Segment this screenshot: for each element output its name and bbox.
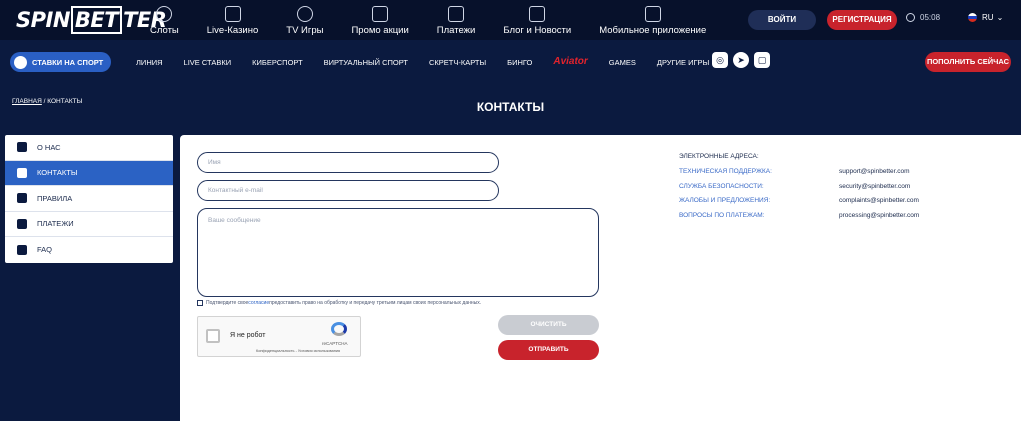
language-selector[interactable]: RU ⌄ (968, 13, 1003, 22)
clock: 05:08 (906, 13, 940, 22)
wallet-icon (448, 6, 465, 22)
chat-bubble-icon[interactable]: ▢ (754, 52, 770, 68)
russia-flag-icon (968, 13, 977, 22)
nav-item-tv-games[interactable]: TV Игры (272, 0, 337, 36)
contact-row: ВОПРОСЫ ПО ПЛАТЕЖАМ: processing@spinbette… (679, 211, 920, 219)
recaptcha-label: Я не робот (230, 332, 266, 339)
sidebar: О НАС КОНТАКТЫ ПРАВИЛА ПЛАТЕЖИ FAQ (5, 135, 173, 263)
sidebar-item-contacts[interactable]: КОНТАКТЫ (5, 160, 173, 186)
sub-nav: СТАВКИ НА СПОРТ ЛИНИЯ LIVE СТАВКИ КИБЕРС… (0, 44, 1021, 82)
subnav-item-virtual[interactable]: ВИРТУАЛЬНЫЙ СПОРТ (324, 58, 408, 67)
subnav-list: ЛИНИЯ LIVE СТАВКИ КИБЕРСПОРТ ВИРТУАЛЬНЫЙ… (136, 56, 730, 67)
chevron-down-icon: ⌄ (996, 13, 1004, 22)
email-addresses-header: ЭЛЕКТРОННЫЕ АДРЕСА: (679, 153, 759, 160)
telegram-icon[interactable]: ➤ (733, 52, 749, 68)
email-field[interactable]: Контактный e-mail (197, 180, 499, 201)
nav-item-blog[interactable]: Блог и Новости (489, 0, 585, 36)
send-button[interactable]: ОТПРАВИТЬ (498, 340, 599, 360)
deposit-button[interactable]: ПОПОЛНИТЬ СЕЙЧАС (925, 52, 1011, 72)
ball-icon (14, 55, 27, 69)
news-icon (529, 6, 546, 22)
main-nav: Слоты Live-Казино TV Игры Промо акции Пл… (136, 0, 720, 40)
contact-row: СЛУЖБА БЕЗОПАСНОСТИ: security@spinbetter.… (679, 182, 911, 190)
sidebar-item-rules[interactable]: ПРАВИЛА (5, 186, 173, 212)
contact-row: ЖАЛОБЫ И ПРЕДЛОЖЕНИЯ: complaints@spinbett… (679, 197, 919, 204)
subnav-item-other-games[interactable]: ДРУГИЕ ИГРЫ (657, 58, 709, 67)
subnav-item-games[interactable]: GAMES (609, 58, 636, 67)
subnav-item-line[interactable]: ЛИНИЯ (136, 58, 163, 67)
card-icon (17, 218, 27, 229)
contact-panel: Имя Контактный e-mail Ваше сообщение Под… (180, 135, 1021, 421)
subnav-item-bingo[interactable]: БИНГО (507, 58, 532, 67)
sports-betting-button[interactable]: СТАВКИ НА СПОРТ (10, 52, 111, 72)
mobile-icon (644, 6, 661, 22)
consent-row: Подтвердите свое согласие предоставить п… (197, 300, 481, 306)
name-field[interactable]: Имя (197, 152, 499, 173)
gift-icon (372, 6, 389, 22)
nav-item-slots[interactable]: Слоты (136, 0, 193, 36)
subnav-item-live[interactable]: LIVE СТАВКИ (184, 58, 232, 67)
gamepad-icon (296, 6, 313, 22)
clear-button[interactable]: ОЧИСТИТЬ (498, 315, 599, 335)
document-icon (17, 193, 27, 204)
register-button[interactable]: РЕГИСТРАЦИЯ (827, 10, 897, 30)
clock-icon (906, 13, 915, 22)
sidebar-item-about[interactable]: О НАС (5, 135, 173, 161)
phone-icon (17, 167, 27, 178)
email-addresses: ЭЛЕКТРОННЫЕ АДРЕСА: ТЕХНИЧЕСКАЯ ПОДДЕРЖК… (679, 153, 979, 226)
recaptcha-icon (331, 322, 347, 336)
top-header: SPIN BET TER Слоты Live-Казино TV Игры Про… (0, 0, 1021, 40)
login-button[interactable]: ВОЙТИ (748, 10, 816, 30)
social-links: ◎ ➤ ▢ (712, 52, 775, 68)
recaptcha-terms[interactable]: Конфиденциальность - Условия использован… (256, 349, 340, 353)
sidebar-item-payments[interactable]: ПЛАТЕЖИ (5, 212, 173, 237)
nav-item-mobile-app[interactable]: Мобильное приложение (585, 0, 720, 36)
message-field[interactable]: Ваше сообщение (197, 208, 599, 297)
phone-cards-icon (224, 6, 241, 22)
recaptcha-widget: Я не робот reCAPTCHA Конфиденциальность … (197, 316, 361, 357)
nav-item-promo[interactable]: Промо акции (337, 0, 422, 36)
consent-link[interactable]: согласие (248, 300, 269, 306)
subnav-item-aviator[interactable]: Aviator (553, 56, 587, 67)
instagram-icon[interactable]: ◎ (712, 52, 728, 68)
page-title: КОНТАКТЫ (476, 100, 545, 114)
recaptcha-brand: reCAPTCHA (322, 341, 348, 346)
recaptcha-checkbox[interactable] (206, 329, 220, 343)
sidebar-item-faq[interactable]: FAQ (5, 237, 173, 263)
nav-item-live-casino[interactable]: Live-Казино (193, 0, 273, 36)
bike-icon (156, 6, 173, 22)
subnav-item-scratch[interactable]: СКРЕТЧ-КАРТЫ (429, 58, 486, 67)
contact-row: ТЕХНИЧЕСКАЯ ПОДДЕРЖКА: support@spinbetter… (679, 168, 910, 175)
chat-icon (17, 244, 27, 255)
info-icon (17, 142, 27, 153)
consent-checkbox[interactable] (197, 300, 203, 306)
nav-item-payments[interactable]: Платежи (423, 0, 490, 36)
subnav-item-esports[interactable]: КИБЕРСПОРТ (252, 58, 303, 67)
